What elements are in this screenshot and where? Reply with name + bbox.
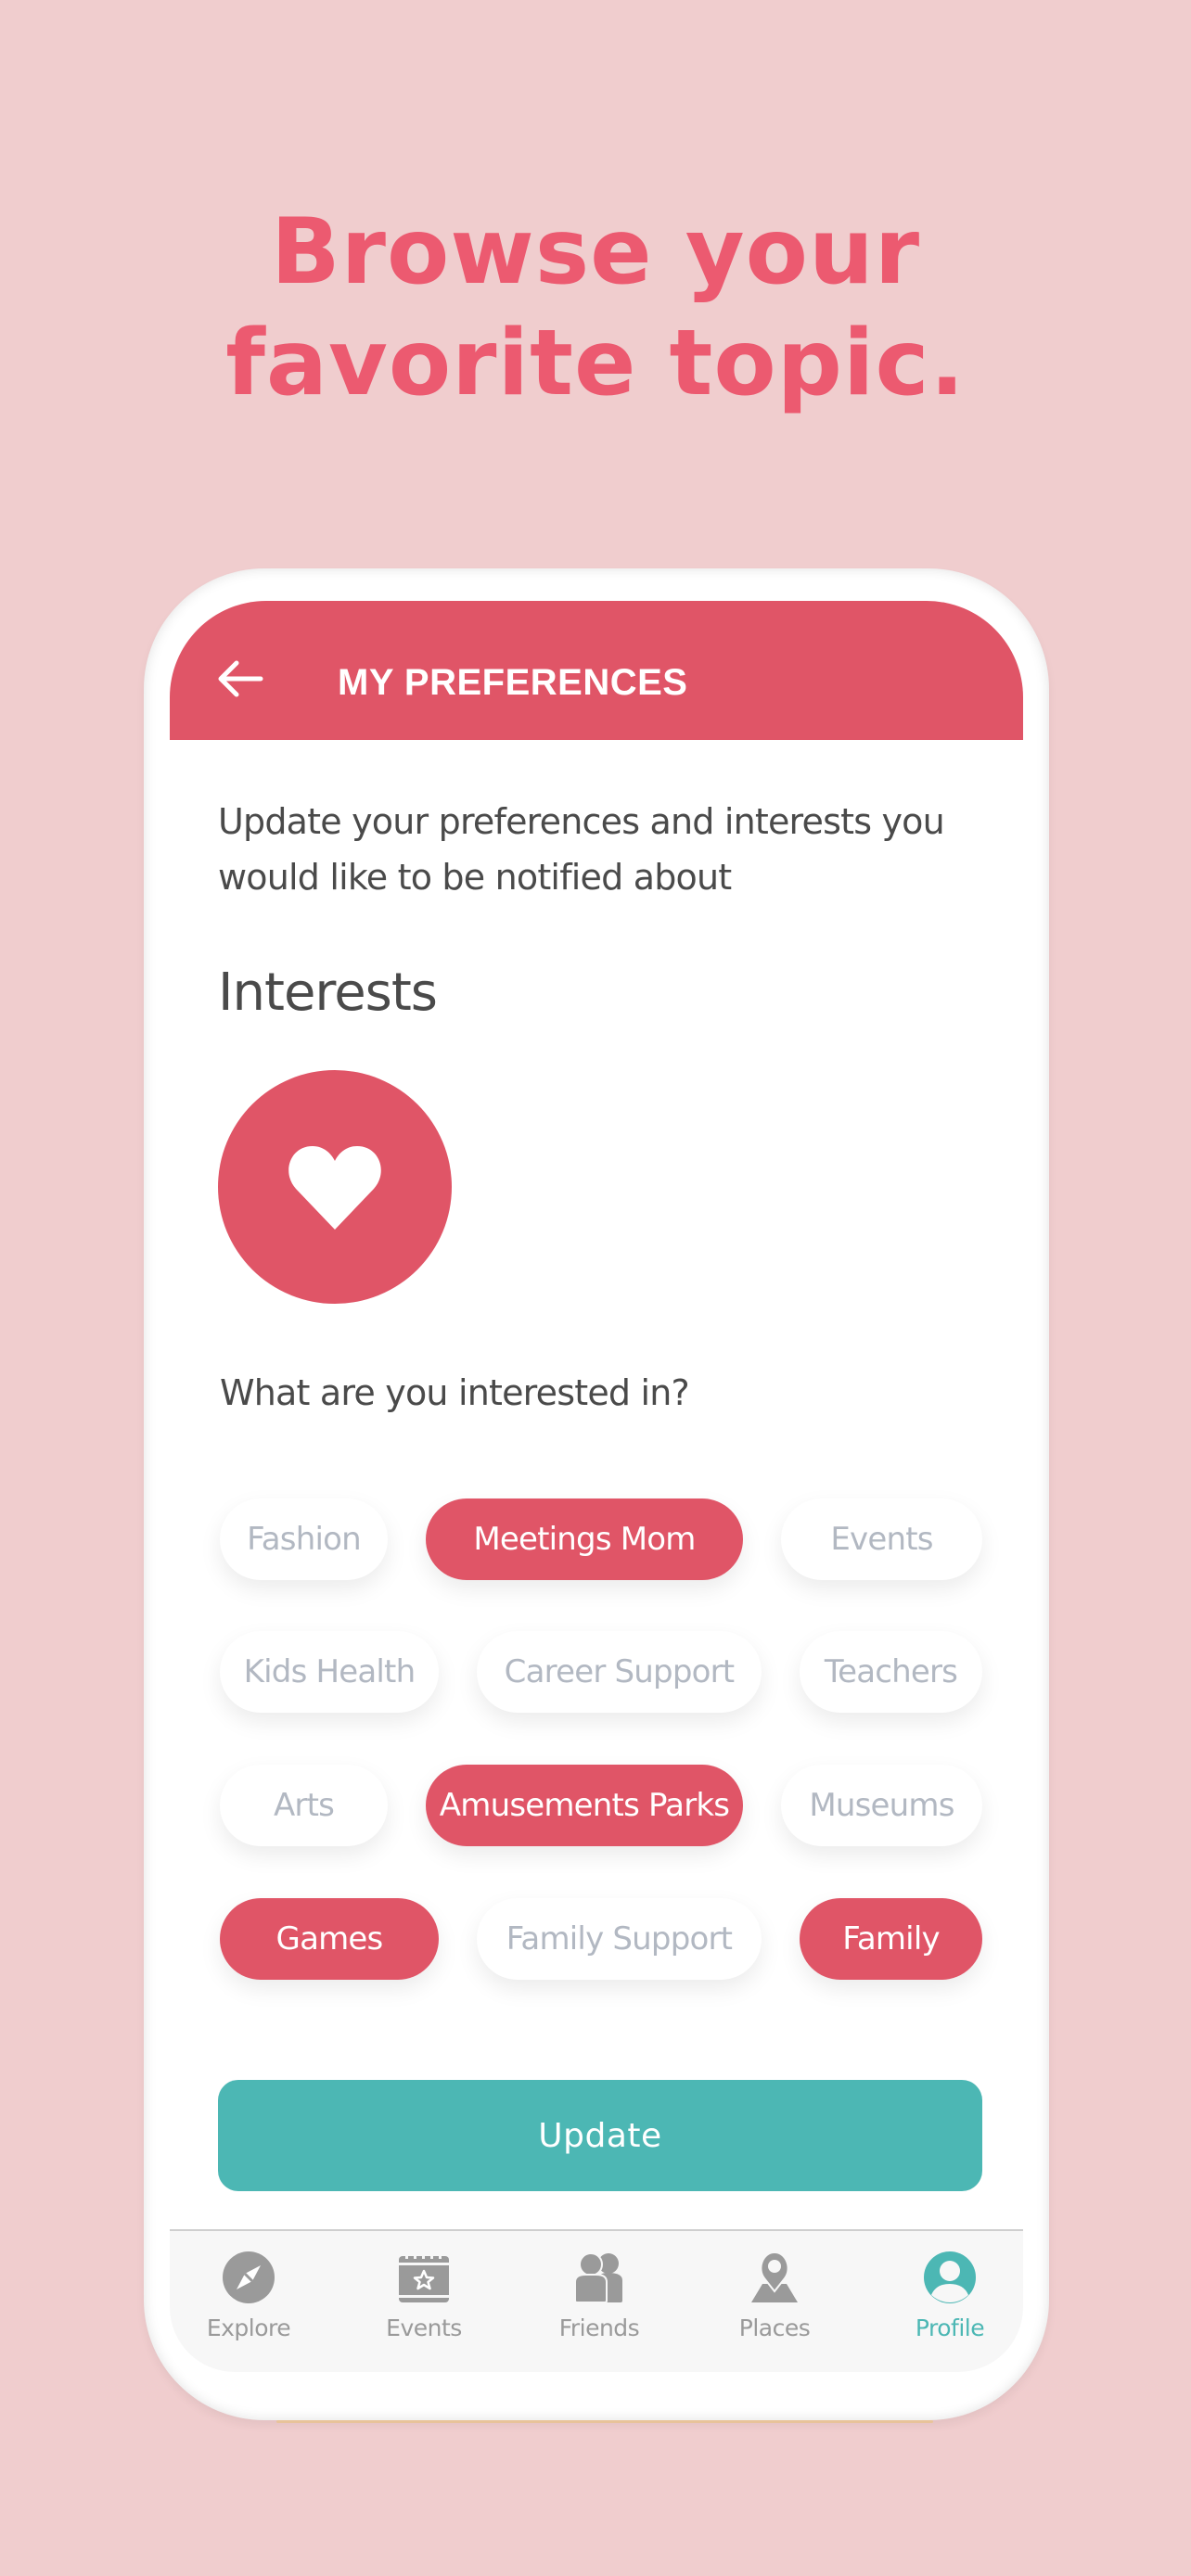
interest-tag[interactable]: Family	[800, 1898, 982, 1980]
page-title: MY PREFERENCES	[338, 662, 688, 703]
map-pin-icon	[751, 2251, 798, 2302]
nav-item-events[interactable]: Events	[354, 2231, 493, 2352]
nav-label: Profile	[915, 2315, 985, 2341]
back-button[interactable]	[216, 658, 264, 699]
calendar-star-icon	[399, 2252, 449, 2302]
nav-item-places[interactable]: Places	[705, 2231, 844, 2352]
nav-item-friends[interactable]: Friends	[530, 2231, 669, 2352]
nav-item-profile[interactable]: Profile	[880, 2231, 1019, 2352]
interest-tag[interactable]: Kids Health	[220, 1631, 439, 1713]
interests-heading: Interests	[218, 963, 438, 1023]
bottom-nav: Explore Events Friends Places Profile	[170, 2231, 1023, 2372]
headline-line-1: Browse your	[270, 199, 921, 305]
phone-edge-accent	[276, 2420, 933, 2423]
friends-icon	[574, 2252, 622, 2303]
interest-tag[interactable]: Events	[781, 1498, 982, 1580]
promo-headline: Browse your favorite topic.	[0, 197, 1191, 419]
profile-icon	[924, 2251, 976, 2303]
nav-label: Explore	[206, 2315, 291, 2341]
interest-tag[interactable]: Amusements Parks	[426, 1765, 743, 1846]
heart-icon	[288, 1146, 381, 1230]
interest-tag[interactable]: Museums	[781, 1765, 982, 1846]
interest-tag[interactable]: Games	[220, 1898, 439, 1980]
app-screen: MY PREFERENCES Update your preferences a…	[170, 601, 1023, 2372]
nav-label: Friends	[558, 2315, 640, 2341]
compass-icon	[223, 2251, 275, 2303]
nav-label: Events	[386, 2315, 462, 2341]
nav-item-explore[interactable]: Explore	[179, 2231, 318, 2352]
intro-text: Update your preferences and interests yo…	[218, 801, 945, 898]
interest-tag[interactable]: Family Support	[477, 1898, 762, 1980]
interest-tag[interactable]: Meetings Mom	[426, 1498, 743, 1580]
app-header: MY PREFERENCES	[170, 601, 1023, 740]
interest-tag[interactable]: Arts	[220, 1765, 388, 1846]
interests-badge	[218, 1070, 452, 1304]
update-button[interactable]: Update	[218, 2080, 982, 2191]
headline-line-2: favorite topic.	[225, 311, 966, 416]
interest-tag[interactable]: Fashion	[220, 1498, 388, 1580]
interest-tag[interactable]: Teachers	[800, 1631, 982, 1713]
arrow-left-icon	[218, 660, 263, 697]
interest-tag[interactable]: Career Support	[477, 1631, 762, 1713]
interests-question: What are you interested in?	[220, 1372, 690, 1413]
nav-label: Places	[738, 2315, 811, 2341]
